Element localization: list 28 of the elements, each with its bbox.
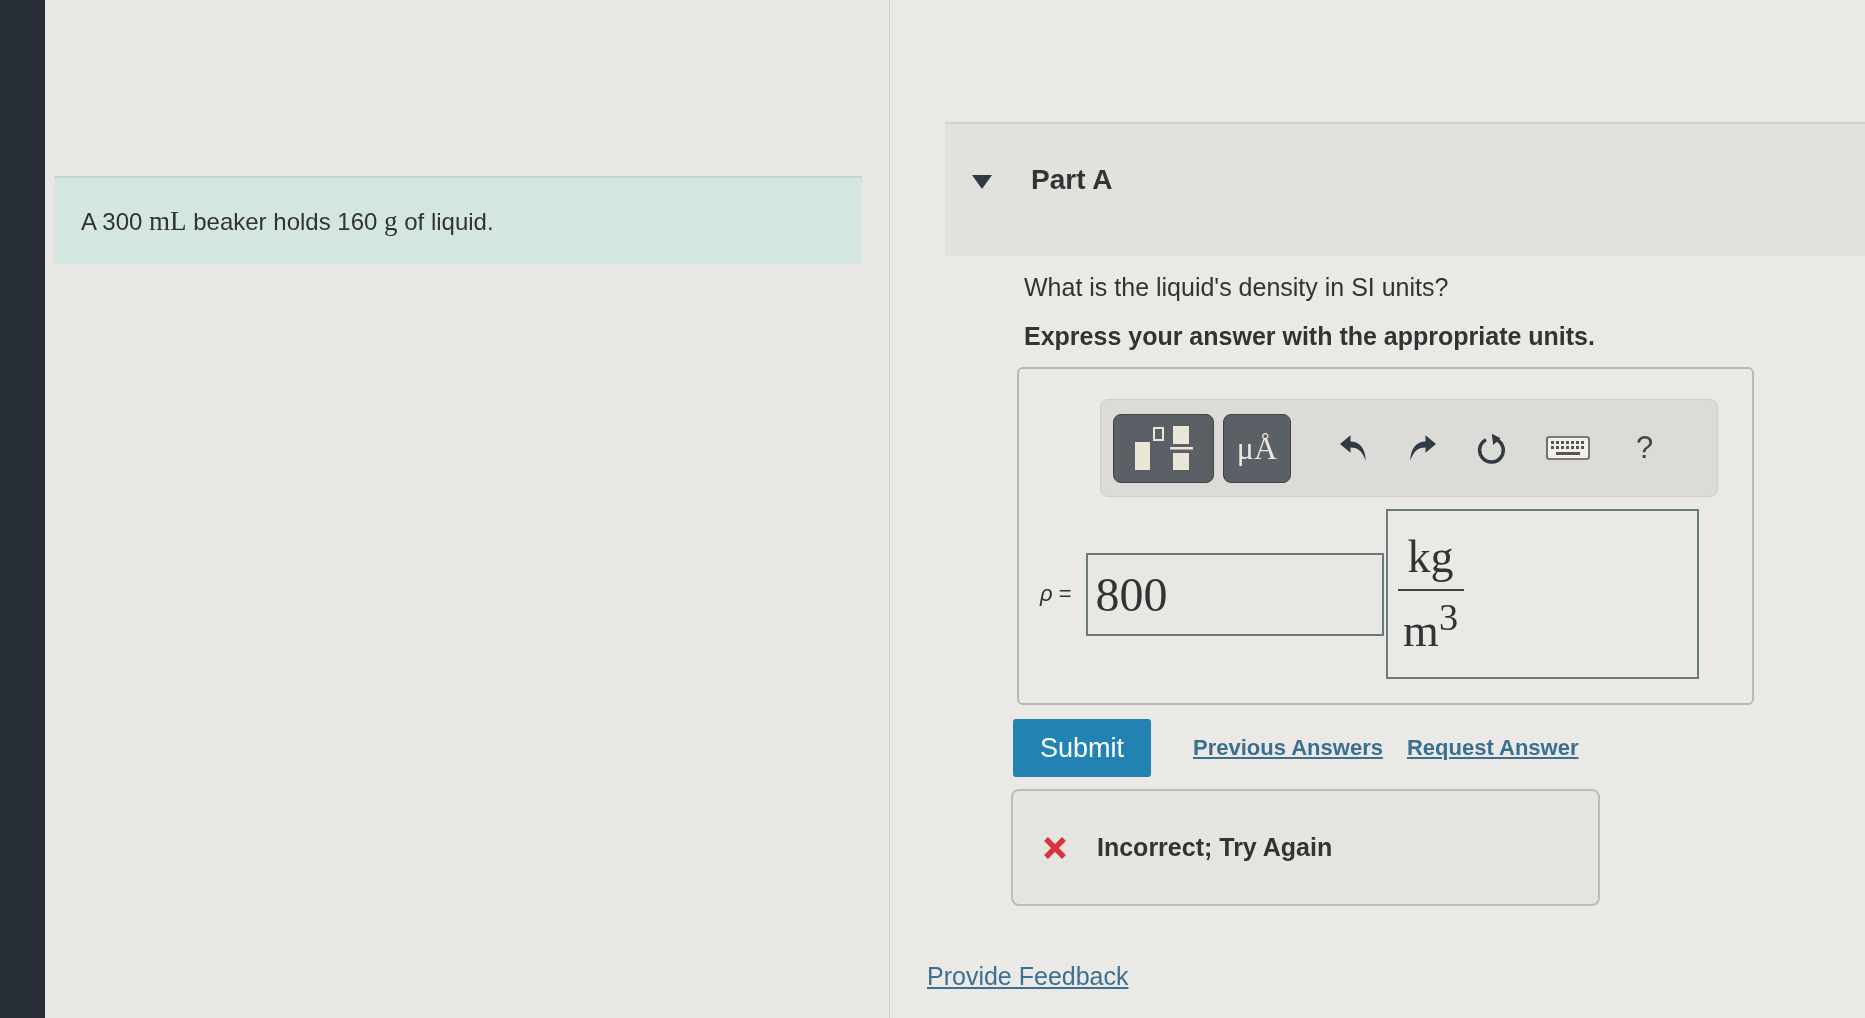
answer-input[interactable]: 800 [1085,552,1384,636]
variable-label: ρ = [1040,581,1072,607]
redo-icon [1408,435,1436,461]
undo-button[interactable] [1340,435,1368,461]
previous-answers-link[interactable]: Previous Answers [1193,735,1383,761]
submit-button[interactable]: Submit [1013,719,1151,777]
problem-statement: A 300 mL beaker holds 160 g of liquid. [81,205,494,237]
keyboard-icon [1546,436,1590,460]
provide-feedback-link[interactable]: Provide Feedback [927,962,1129,991]
unit-field[interactable]: kg m$^{3}$ [1385,509,1699,679]
units-button[interactable]: μÅ [1223,413,1291,483]
unit-numerator: kg [1397,530,1464,592]
feedback-message: Incorrect; Try Again [1097,833,1333,862]
reset-button[interactable] [1476,432,1506,464]
question-text: What is the liquid's density in SI units? [1024,273,1449,302]
part-title: Part A [1031,164,1113,196]
unit-denominator: m$^{3}$ [1403,595,1459,658]
reset-icon [1476,432,1506,464]
caret-icon[interactable] [972,175,992,189]
keyboard-button[interactable] [1546,436,1590,460]
undo-icon [1340,435,1368,461]
cross-icon [1043,835,1067,860]
request-answer-link[interactable]: Request Answer [1406,735,1579,761]
help-button[interactable]: ? [1636,430,1654,466]
redo-button[interactable] [1408,435,1436,461]
instruction-text: Express your answer with the appropriate units. [1024,322,1595,351]
template-icon [1134,426,1193,470]
template-button[interactable] [1113,413,1214,483]
